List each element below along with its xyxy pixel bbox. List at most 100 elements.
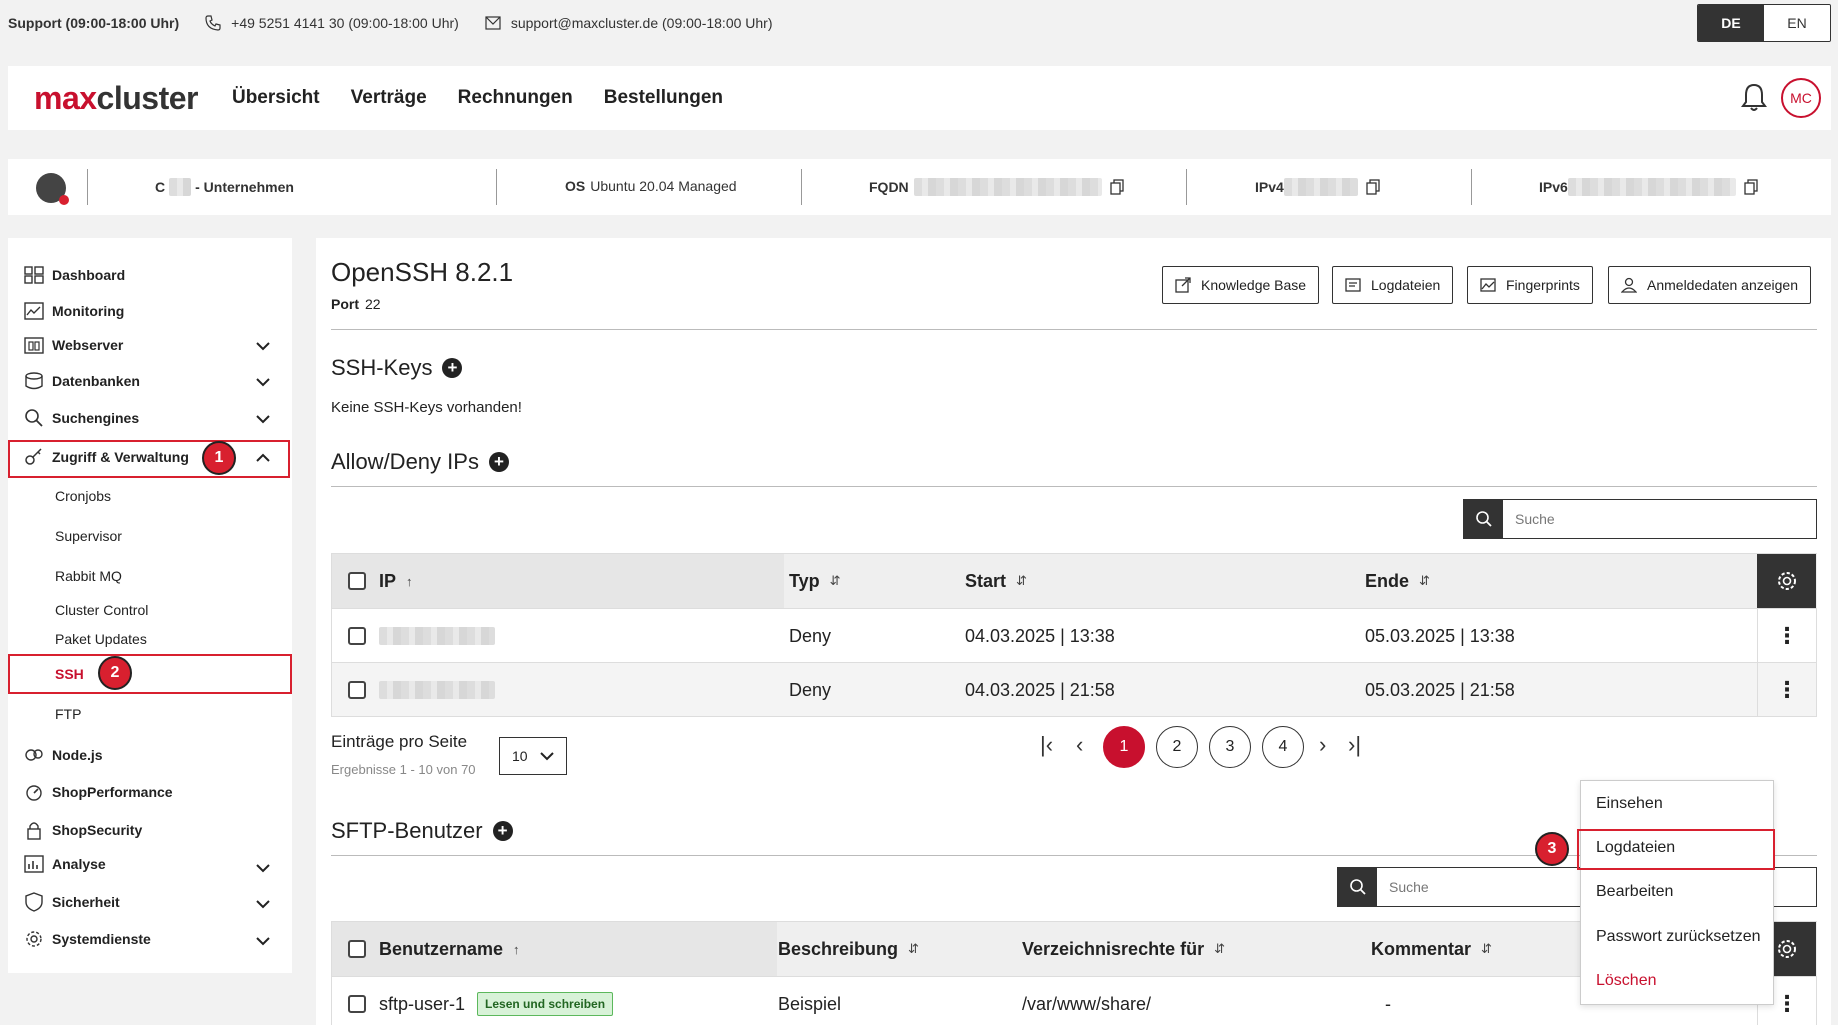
server-fqdn: FQDN: [869, 178, 1124, 196]
sidebar-sub-cluster-control[interactable]: Cluster Control: [55, 602, 148, 618]
row-checkbox[interactable]: [348, 995, 366, 1013]
page-3-button[interactable]: 3: [1209, 726, 1251, 768]
copy-icon[interactable]: [1110, 179, 1124, 195]
knowledge-base-button[interactable]: Knowledge Base: [1162, 266, 1320, 304]
copy-icon[interactable]: [1366, 179, 1380, 195]
chevron-down-icon[interactable]: [256, 900, 270, 909]
sidebar-item-datenbanken[interactable]: Datenbanken: [24, 372, 140, 390]
lang-en-button[interactable]: EN: [1764, 5, 1830, 41]
sidebar-item-shopsecurity[interactable]: ShopSecurity: [24, 820, 142, 840]
support-title: Support (09:00-18:00 Uhr): [8, 15, 180, 31]
page-2-button[interactable]: 2: [1156, 726, 1198, 768]
search-button[interactable]: [1338, 868, 1377, 906]
sort-icon: ⇵: [1214, 941, 1225, 956]
header-kommentar[interactable]: Kommentar ⇵: [1371, 922, 1492, 976]
page-1-button[interactable]: 1: [1103, 726, 1145, 768]
menu-passwort-zuruecksetzen[interactable]: Passwort zurücksetzen: [1596, 928, 1761, 946]
chart-icon: [24, 855, 44, 873]
chevron-down-icon[interactable]: [256, 378, 270, 387]
menu-einsehen[interactable]: Einsehen: [1596, 795, 1663, 813]
ipv4-label: IPv4: [1255, 179, 1284, 195]
blurred-ip: [379, 681, 495, 699]
last-page-icon[interactable]: ›|: [1348, 732, 1361, 758]
support-email[interactable]: support@maxcluster.de (09:00-18:00 Uhr): [485, 15, 773, 31]
sidebar-item-monitoring[interactable]: Monitoring: [24, 302, 124, 320]
row-checkbox[interactable]: [348, 627, 366, 645]
logdateien-button[interactable]: Logdateien: [1332, 266, 1454, 304]
maxcluster-logo[interactable]: maxcluster: [34, 80, 198, 117]
sidebar-sub-rabbitmq[interactable]: Rabbit MQ: [55, 568, 122, 584]
sidebar-sub-paket-updates[interactable]: Paket Updates: [55, 631, 147, 647]
sidebar-item-label: Node.js: [52, 747, 103, 763]
dashboard-icon: [24, 266, 44, 284]
nav-vertraege[interactable]: Verträge: [351, 87, 427, 109]
bell-icon[interactable]: [1741, 82, 1767, 112]
chevron-down-icon[interactable]: [256, 415, 270, 424]
header-beschreibung[interactable]: Beschreibung ⇵: [778, 922, 919, 976]
gear-icon: [1777, 940, 1796, 958]
header-benutzername[interactable]: Benutzername ↑: [379, 922, 520, 976]
chevron-down-icon[interactable]: [256, 342, 270, 351]
menu-loeschen[interactable]: Löschen: [1596, 972, 1657, 990]
header-ip[interactable]: IP ↑: [379, 554, 413, 608]
row-actions-menu-icon[interactable]: ⋮: [1757, 609, 1816, 663]
sidebar-item-analyse[interactable]: Analyse: [24, 855, 106, 873]
add-ip-button[interactable]: +: [488, 452, 509, 472]
company-prefix: C: [155, 179, 166, 195]
select-all-checkbox[interactable]: [348, 572, 366, 590]
header-ende[interactable]: Ende ⇵: [1365, 554, 1430, 608]
sort-icon: ⇵: [829, 573, 841, 588]
sidebar-sub-supervisor[interactable]: Supervisor: [55, 528, 122, 544]
sidebar-sub-cronjobs[interactable]: Cronjobs: [55, 488, 111, 504]
sidebar-item-label: Webserver: [52, 337, 124, 353]
table-settings-button[interactable]: [1757, 554, 1816, 608]
anmeldedaten-button[interactable]: Anmeldedaten anzeigen: [1608, 266, 1812, 304]
sidebar-item-dashboard[interactable]: Dashboard: [24, 266, 125, 284]
header-start[interactable]: Start ⇵: [965, 554, 1027, 608]
sidebar-item-label: Monitoring: [52, 303, 125, 319]
sidebar-item-webserver[interactable]: Webserver: [24, 336, 276, 354]
header-verzeichnisrechte[interactable]: Verzeichnisrechte für ⇵: [1022, 922, 1225, 976]
fingerprints-button[interactable]: Fingerprints: [1467, 266, 1593, 304]
next-page-icon[interactable]: ›: [1319, 732, 1326, 758]
ip-table: IP ↑ Typ ⇵ Start ⇵ Ende ⇵ Deny 04.03.2025 | …: [331, 553, 1817, 717]
sidebar-sub-ftp[interactable]: FTP: [55, 706, 81, 722]
allow-deny-title: Allow/Deny IPs +: [331, 449, 509, 475]
sidebar-item-shopperformance[interactable]: ShopPerformance: [24, 783, 173, 801]
chevron-down-icon[interactable]: [256, 937, 270, 946]
main-header: maxcluster Übersicht Verträge Rechnungen…: [8, 66, 1831, 130]
header-typ[interactable]: Typ ⇵: [789, 554, 841, 608]
add-sftp-user-button[interactable]: +: [492, 821, 513, 841]
add-ssh-key-button[interactable]: +: [442, 358, 463, 378]
select-all-checkbox[interactable]: [348, 940, 366, 958]
support-phone[interactable]: +49 5251 4141 30 (09:00-18:00 Uhr): [205, 15, 459, 31]
nav-uebersicht[interactable]: Übersicht: [232, 87, 320, 109]
sort-icon: ⇵: [1481, 941, 1492, 956]
page-4-button[interactable]: 4: [1262, 726, 1304, 768]
ip-search-input[interactable]: Suche: [1503, 500, 1816, 538]
section-title-text: Allow/Deny IPs: [331, 449, 479, 474]
nav-bestellungen[interactable]: Bestellungen: [604, 87, 723, 109]
nav-rechnungen[interactable]: Rechnungen: [458, 87, 573, 109]
blurred-ip: [379, 627, 495, 645]
user-avatar[interactable]: MC: [1781, 78, 1821, 118]
sidebar-item-suchengines[interactable]: Suchengines: [24, 408, 139, 428]
database-icon: [25, 372, 43, 390]
first-page-icon[interactable]: |‹: [1040, 732, 1053, 758]
per-page-select[interactable]: 10: [499, 737, 567, 775]
row-actions-menu-icon[interactable]: ⋮: [1757, 663, 1816, 717]
row-checkbox[interactable]: [348, 681, 366, 699]
copy-icon[interactable]: [1744, 179, 1758, 195]
menu-bearbeiten[interactable]: Bearbeiten: [1596, 883, 1673, 901]
prev-page-icon[interactable]: ‹: [1076, 732, 1083, 758]
header-select-all[interactable]: [348, 554, 366, 608]
sidebar-item-nodejs[interactable]: Node.js: [24, 746, 103, 764]
sidebar-item-label: Analyse: [52, 856, 106, 872]
chevron-down-icon[interactable]: [256, 864, 270, 873]
blurred-name: [169, 178, 192, 196]
sidebar-item-systemdienste[interactable]: Systemdienste: [24, 929, 151, 949]
external-link-icon: [1175, 277, 1191, 293]
lang-de-button[interactable]: DE: [1698, 5, 1764, 41]
sidebar-item-sicherheit[interactable]: Sicherheit: [24, 892, 120, 912]
search-button[interactable]: [1464, 500, 1503, 538]
